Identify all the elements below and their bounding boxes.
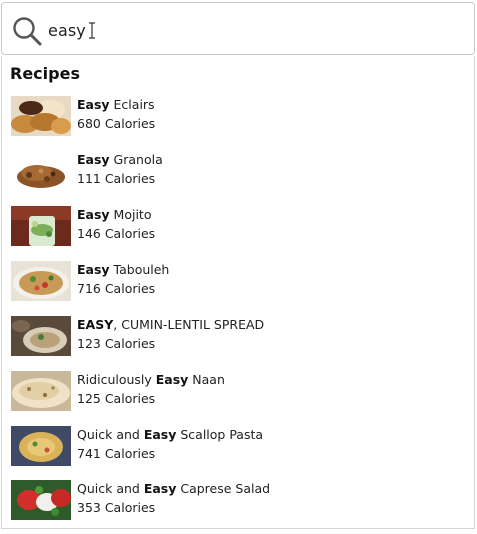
result-title: Easy Tabouleh <box>77 262 170 277</box>
search-results-dropdown: Recipes Easy Eclairs 680 Calories Easy G… <box>1 56 475 529</box>
search-icon <box>11 15 43 47</box>
result-title: Easy Granola <box>77 152 163 167</box>
result-calories: 123 Calories <box>77 336 156 351</box>
result-item[interactable]: Easy Mojito 146 Calories <box>11 206 451 254</box>
result-item[interactable]: Easy Tabouleh 716 Calories <box>11 261 451 309</box>
mojito-image <box>11 206 71 246</box>
search-input[interactable]: easy <box>48 21 96 40</box>
eclairs-image <box>11 96 71 136</box>
result-item[interactable]: EASY, CUMIN-LENTIL SPREAD 123 Calories <box>11 316 451 364</box>
result-item[interactable]: Ridiculously Easy Naan 125 Calories <box>11 371 451 419</box>
naan-image <box>11 371 71 411</box>
caprese-salad-image <box>11 480 71 520</box>
lentil-spread-image <box>11 316 71 356</box>
scallop-pasta-image <box>11 426 71 466</box>
result-title: Easy Mojito <box>77 207 152 222</box>
tabouleh-image <box>11 261 71 301</box>
result-calories: 680 Calories <box>77 116 156 131</box>
section-title-recipes: Recipes <box>10 64 80 83</box>
result-item[interactable]: Quick and Easy Scallop Pasta 741 Calorie… <box>11 426 451 474</box>
result-item[interactable]: Quick and Easy Caprese Salad 353 Calorie… <box>11 480 451 528</box>
result-title: Quick and Easy Scallop Pasta <box>77 427 264 442</box>
result-calories: 741 Calories <box>77 446 156 461</box>
search-input-value: easy <box>48 21 86 40</box>
result-title: Easy Eclairs <box>77 97 155 112</box>
result-calories: 716 Calories <box>77 281 156 296</box>
result-item[interactable]: Easy Eclairs 680 Calories <box>11 96 451 144</box>
result-calories: 353 Calories <box>77 500 156 515</box>
granola-image <box>11 151 71 191</box>
search-bar[interactable]: easy <box>1 2 475 55</box>
result-item[interactable]: Easy Granola 111 Calories <box>11 151 451 199</box>
result-title: Ridiculously Easy Naan <box>77 372 225 387</box>
result-calories: 111 Calories <box>77 171 156 186</box>
result-calories: 146 Calories <box>77 226 156 241</box>
text-cursor-icon <box>88 22 96 39</box>
result-title: Quick and Easy Caprese Salad <box>77 481 271 496</box>
result-calories: 125 Calories <box>77 391 156 406</box>
result-title: EASY, CUMIN-LENTIL SPREAD <box>77 317 265 332</box>
